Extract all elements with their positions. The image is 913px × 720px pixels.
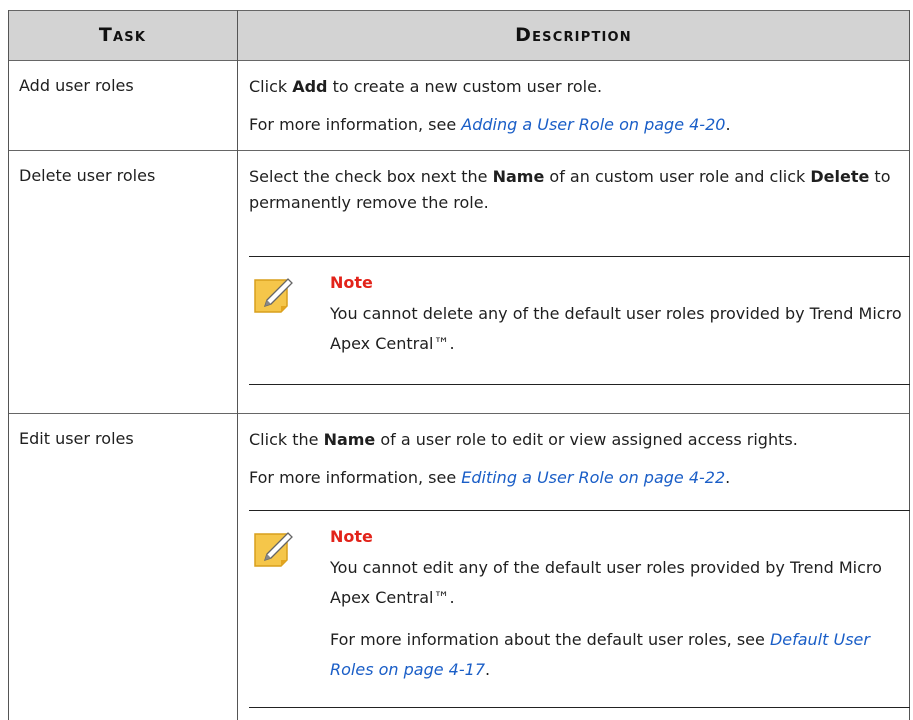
link-editing-user-role[interactable]: Editing a User Role on page 4-22 (461, 468, 725, 487)
note-title: Note (330, 273, 373, 292)
delete-keyword: Delete (810, 167, 870, 186)
note-text: You cannot edit any of the default user … (330, 558, 882, 679)
note-pencil-icon (254, 532, 293, 567)
name-keyword: Name (492, 167, 545, 186)
task-cell-edit: Edit user roles (19, 429, 134, 448)
add-keyword: Add (292, 77, 328, 96)
note-bottom-rule (249, 384, 910, 385)
desc-cell-add: Click Add to create a new custom user ro… (249, 77, 731, 134)
note-title: Note (330, 527, 373, 546)
header-description: Description (515, 24, 632, 46)
note-bottom-rule (249, 707, 910, 708)
link-adding-user-role[interactable]: Adding a User Role on page 4-20 (461, 115, 725, 134)
task-table: Task Description Add user roles Click Ad… (8, 10, 910, 720)
desc-cell-delete: Select the check box next the Name of an… (249, 167, 891, 212)
task-cell-delete: Delete user roles (19, 166, 156, 185)
note-top-rule (249, 510, 910, 511)
name-keyword: Name (323, 430, 376, 449)
desc-cell-edit: Click the Name of a user role to edit or… (249, 430, 798, 487)
note-text: You cannot delete any of the default use… (330, 304, 902, 353)
task-cell-add: Add user roles (19, 76, 134, 95)
note-top-rule (249, 256, 910, 257)
header-task: Task (98, 24, 147, 46)
table-header: Task Description (8, 10, 910, 60)
note-pencil-icon (254, 278, 293, 313)
